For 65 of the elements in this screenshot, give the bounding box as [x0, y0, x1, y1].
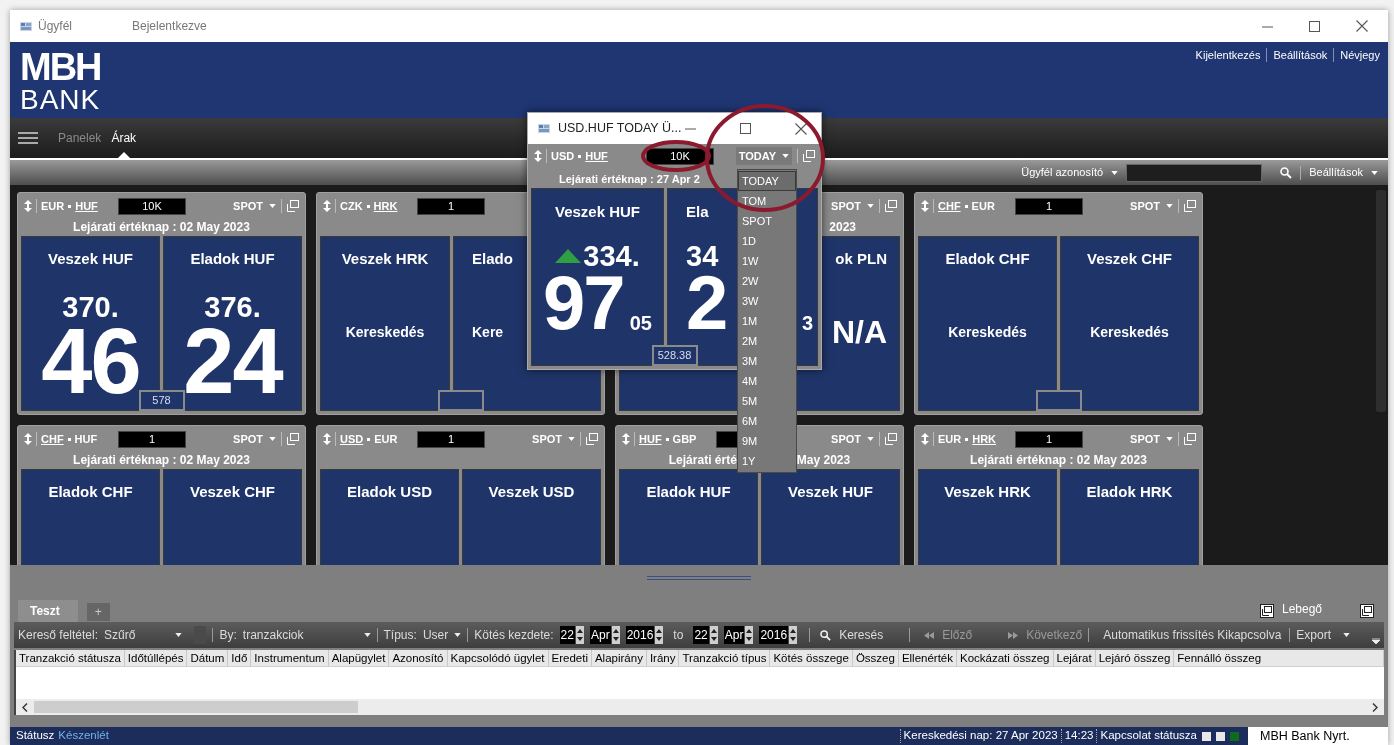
- trading-status: Kere: [472, 322, 504, 342]
- trading-status: Kereskedés: [345, 322, 425, 342]
- currency-code: CZK: [340, 198, 363, 214]
- price-pips: 46: [41, 321, 140, 400]
- price-head: 370.: [62, 292, 119, 322]
- filter-label: Típus:: [383, 627, 417, 644]
- side-label: Veszek HUF: [47, 249, 133, 269]
- price-pips: 2: [686, 270, 727, 336]
- window-title: Ügyfél: [38, 18, 72, 35]
- currency-code: GBP: [672, 431, 697, 447]
- side-label: Veszek HUF: [787, 482, 873, 502]
- login-status: Bejelentkezve: [132, 18, 207, 35]
- maturity-date: 2023: [829, 220, 856, 234]
- side-label: Eladok CHF: [945, 249, 1030, 269]
- clock-time: 14:23: [1064, 728, 1094, 744]
- price-head: 334.: [583, 241, 640, 271]
- filter-label: By:: [219, 627, 237, 644]
- side-label: Eladok HRK: [1086, 482, 1173, 502]
- maturity-date: Lejárati értéknap : 02 May 2023: [73, 453, 250, 467]
- currency-code: EUR: [971, 198, 995, 214]
- currency-code: USD: [551, 148, 575, 164]
- spread-value: 578: [138, 390, 185, 411]
- price-pips: 24: [183, 321, 282, 400]
- side-label: ok PLN: [835, 249, 887, 269]
- currency-code: HUF: [74, 431, 98, 447]
- spread-value: 528.38: [651, 345, 698, 366]
- connection-label: Kapcsolat státusza: [1100, 728, 1197, 744]
- trading-status: Kereskedés: [948, 322, 1027, 342]
- popup-title: USD.HUF TODAY Ü...: [558, 120, 682, 138]
- logo-text: BANK: [20, 86, 101, 114]
- price-fraction: 05: [629, 313, 652, 334]
- currency-code: EUR: [374, 431, 398, 447]
- side-label: Eladok CHF: [48, 482, 133, 502]
- side-label: Veszek CHF: [189, 482, 275, 502]
- maturity-date: Lejárati értéknap : 02 May 2023: [73, 220, 250, 234]
- price-fraction: 3: [801, 313, 813, 334]
- filter-label: Kötés kezdete:: [474, 627, 554, 644]
- filter-label: to: [673, 627, 684, 644]
- side-label: Elado: [472, 249, 513, 269]
- maturity-date: Lejárati érté: [668, 452, 737, 468]
- currency-code: EUR: [41, 198, 65, 214]
- maturity-date: May 2023: [796, 452, 851, 468]
- price-head: 376.: [204, 292, 261, 322]
- side-label: Veszek HUF: [554, 202, 640, 222]
- side-label: Veszek HRK: [341, 249, 429, 269]
- maturity-date: Lejárati értéknap : 02 May 2023: [970, 453, 1147, 467]
- price-pips: 97: [543, 270, 624, 336]
- side-label: Ela: [686, 202, 709, 222]
- currency-code: EUR: [938, 431, 962, 447]
- filter-label: Kereső feltétel:: [18, 627, 99, 644]
- trading-status: Kereskedés: [1090, 322, 1169, 342]
- side-label: Veszek HRK: [944, 482, 1031, 502]
- side-label: Eladok USD: [347, 482, 432, 502]
- trading-day: Kereskedési nap: 27 Apr 2023: [903, 727, 1058, 745]
- company-name: MBH Bank Nyrt.: [1248, 727, 1388, 745]
- price-head: 34: [686, 241, 719, 271]
- side-label: Eladok HUF: [646, 482, 731, 502]
- side-label: Veszek CHF: [1086, 249, 1172, 269]
- side-label: Veszek USD: [488, 482, 575, 502]
- status-label: Státusz: [16, 728, 55, 744]
- maturity-date: Lejárati értéknap : 27 Apr 2: [559, 173, 700, 185]
- rate-unavailable: N/A: [831, 313, 887, 353]
- side-label: Eladok HUF: [190, 249, 275, 269]
- logo-text: MBH: [20, 48, 101, 86]
- status-value: Készenlét: [58, 728, 109, 744]
